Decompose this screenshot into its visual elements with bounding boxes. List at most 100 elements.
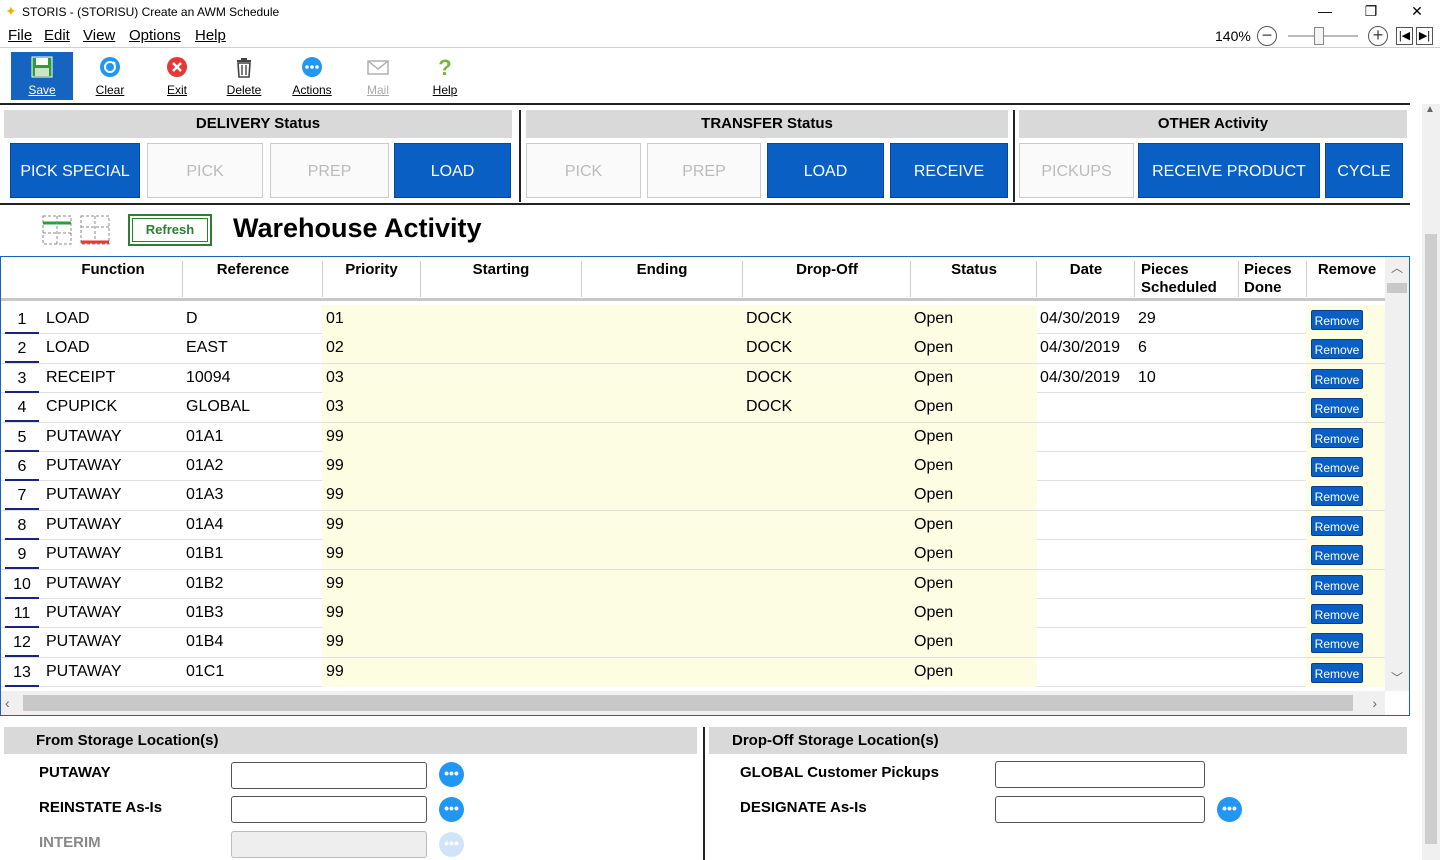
cell-dropoff[interactable]: DOCK xyxy=(746,339,792,357)
transfer-pick-button[interactable]: PICK xyxy=(526,143,641,198)
cell-priority[interactable]: 99 xyxy=(326,486,344,504)
cell-function[interactable]: LOAD xyxy=(46,310,90,328)
cell-function[interactable]: PUTAWAY xyxy=(46,428,122,446)
table-horizontal-scrollbar[interactable]: ‹ › xyxy=(1,691,1385,715)
cell-reference[interactable]: 01C1 xyxy=(186,663,224,681)
nav-first-icon[interactable]: |◀ xyxy=(1396,27,1413,45)
remove-row-button[interactable]: Remove xyxy=(1311,368,1363,389)
delivery-pick-button[interactable]: PICK xyxy=(147,143,263,198)
scroll-up-icon[interactable]: ︿ xyxy=(1385,259,1409,279)
remove-row-button[interactable]: Remove xyxy=(1311,486,1363,507)
cell-date[interactable]: 04/30/2019 xyxy=(1040,369,1120,387)
cell-status[interactable]: Open xyxy=(914,486,953,504)
cell-status[interactable]: Open xyxy=(914,633,953,651)
cell-pieces-scheduled[interactable]: 10 xyxy=(1138,369,1156,387)
table-row[interactable]: 4 CPUPICK GLOBAL 03 DOCK Open Remove xyxy=(1,393,1385,423)
table-row[interactable]: 3 RECEIPT 10094 03 DOCK Open 04/30/2019 10 Remov… xyxy=(1,363,1385,394)
cell-status[interactable]: Open xyxy=(914,663,953,681)
delivery-load-button[interactable]: LOAD xyxy=(394,143,511,198)
reinstate-as-is-input[interactable] xyxy=(231,796,427,823)
cell-date[interactable]: 04/30/2019 xyxy=(1040,339,1120,357)
table-row[interactable]: 2 LOAD EAST 02 DOCK Open 04/30/2019 6 Remove xyxy=(1,334,1385,364)
cell-dropoff[interactable]: DOCK xyxy=(746,398,792,416)
scroll-left-icon[interactable]: ‹ xyxy=(5,695,10,711)
interim-input[interactable] xyxy=(231,831,427,858)
table-row[interactable]: 1 LOAD D 01 DOCK Open 04/30/2019 29 Remove xyxy=(1,305,1385,335)
cell-function[interactable]: PUTAWAY xyxy=(46,604,122,622)
cell-reference[interactable]: 01B3 xyxy=(186,604,223,622)
cell-reference[interactable]: 01B4 xyxy=(186,633,223,651)
cell-reference[interactable]: 10094 xyxy=(186,369,231,387)
cell-priority[interactable]: 01 xyxy=(326,310,344,328)
page-scrollbar-thumb[interactable] xyxy=(1425,234,1437,844)
zoom-slider-thumb[interactable] xyxy=(1314,27,1324,45)
cell-function[interactable]: PUTAWAY xyxy=(46,486,122,504)
table-row[interactable]: 11 PUTAWAY 01B3 99 Open Remove xyxy=(1,599,1385,629)
cell-pieces-scheduled[interactable]: 29 xyxy=(1138,310,1156,328)
col-pieces-done[interactable]: Pieces Done xyxy=(1244,261,1306,297)
cell-function[interactable]: PUTAWAY xyxy=(46,516,122,534)
nav-last-icon[interactable]: ▶| xyxy=(1416,27,1433,45)
remove-row-button[interactable]: Remove xyxy=(1311,574,1363,595)
cell-priority[interactable]: 99 xyxy=(326,545,344,563)
cell-status[interactable]: Open xyxy=(914,339,953,357)
cell-priority[interactable]: 02 xyxy=(326,339,344,357)
save-button[interactable]: Save xyxy=(11,52,73,100)
cell-function[interactable]: PUTAWAY xyxy=(46,663,122,681)
delete-button[interactable]: Delete xyxy=(213,52,275,100)
remove-row-button[interactable]: Remove xyxy=(1311,515,1363,536)
cell-function[interactable]: RECEIPT xyxy=(46,369,115,387)
col-date[interactable]: Date xyxy=(1037,261,1135,279)
cell-reference[interactable]: GLOBAL xyxy=(186,398,250,416)
cell-pieces-scheduled[interactable]: 6 xyxy=(1138,339,1147,357)
cell-priority[interactable]: 99 xyxy=(326,575,344,593)
delivery-pick-special-button[interactable]: PICK SPECIAL xyxy=(10,143,140,198)
cell-reference[interactable]: 01A2 xyxy=(186,457,223,475)
cell-function[interactable]: PUTAWAY xyxy=(46,457,122,475)
scrollbar-thumb[interactable] xyxy=(23,695,1353,711)
cell-function[interactable]: PUTAWAY xyxy=(46,575,122,593)
table-row[interactable]: 7 PUTAWAY 01A3 99 Open Remove xyxy=(1,481,1385,511)
interim-lookup-button[interactable]: ••• xyxy=(439,832,464,857)
menu-file[interactable]: File xyxy=(8,27,32,44)
transfer-prep-button[interactable]: PREP xyxy=(647,143,761,198)
col-dropoff[interactable]: Drop-Off xyxy=(743,261,911,279)
remove-row-button[interactable]: Remove xyxy=(1311,427,1363,448)
actions-button[interactable]: Actions xyxy=(281,52,343,100)
table-row[interactable]: 8 PUTAWAY 01A4 99 Open Remove xyxy=(1,510,1385,541)
cell-status[interactable]: Open xyxy=(914,457,953,475)
table-row[interactable]: 6 PUTAWAY 01A2 99 Open Remove xyxy=(1,452,1385,482)
cell-reference[interactable]: 01B2 xyxy=(186,575,223,593)
refresh-button[interactable]: Refresh xyxy=(128,214,212,246)
designate-lookup-button[interactable]: ••• xyxy=(1217,797,1242,822)
cell-date[interactable]: 04/30/2019 xyxy=(1040,310,1120,328)
table-vertical-scrollbar[interactable]: ︿ ﹀ xyxy=(1385,257,1409,691)
cell-priority[interactable]: 99 xyxy=(326,663,344,681)
page-scroll-up-icon[interactable]: ▲ xyxy=(1425,104,1435,115)
maximize-button[interactable]: ❐ xyxy=(1348,0,1394,24)
putaway-lookup-button[interactable]: ••• xyxy=(439,762,464,787)
delivery-prep-button[interactable]: PREP xyxy=(270,143,389,198)
remove-row-button[interactable]: Remove xyxy=(1311,398,1363,419)
cell-reference[interactable]: EAST xyxy=(186,339,228,357)
cell-priority[interactable]: 99 xyxy=(326,604,344,622)
remove-row-button[interactable]: Remove xyxy=(1311,662,1363,683)
menu-help[interactable]: Help xyxy=(195,27,226,44)
cell-status[interactable]: Open xyxy=(914,369,953,387)
add-row-grid-icon[interactable] xyxy=(42,215,72,245)
col-starting[interactable]: Starting xyxy=(421,261,581,279)
col-function[interactable]: Function xyxy=(43,261,183,279)
cell-dropoff[interactable]: DOCK xyxy=(746,310,792,328)
cell-function[interactable]: CPUPICK xyxy=(46,398,117,416)
remove-row-button[interactable]: Remove xyxy=(1311,545,1363,566)
cell-status[interactable]: Open xyxy=(914,516,953,534)
col-reference[interactable]: Reference xyxy=(183,261,323,279)
remove-row-button[interactable]: Remove xyxy=(1311,633,1363,654)
cell-reference[interactable]: 01B1 xyxy=(186,545,223,563)
remove-row-button[interactable]: Remove xyxy=(1311,310,1363,330)
global-customer-pickups-input[interactable] xyxy=(995,761,1205,788)
transfer-receive-button[interactable]: RECEIVE xyxy=(890,143,1008,198)
cell-function[interactable]: PUTAWAY xyxy=(46,545,122,563)
page-vertical-scrollbar[interactable]: ▲ xyxy=(1422,104,1440,860)
cell-status[interactable]: Open xyxy=(914,428,953,446)
